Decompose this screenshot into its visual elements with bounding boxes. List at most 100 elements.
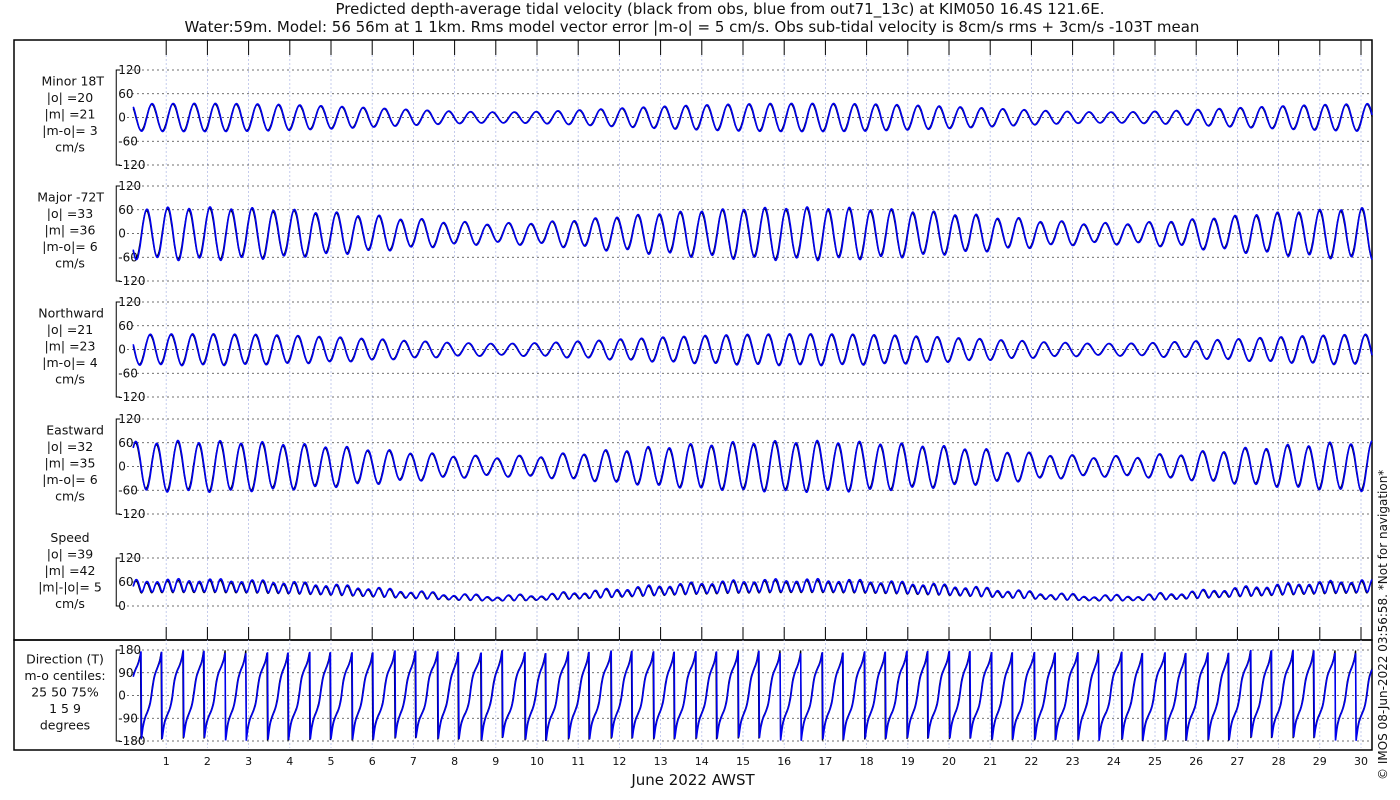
tidal-velocity-figure: Predicted depth-average tidal velocity (… — [13, 0, 1390, 789]
x-tick-label: 10 — [530, 755, 544, 768]
model-series-line — [132, 333, 1373, 367]
panel-label: Northward — [38, 306, 104, 321]
x-tick-label: 27 — [1230, 755, 1244, 768]
y-tick-label: -60 — [118, 134, 138, 148]
x-tick-label: 21 — [983, 755, 997, 768]
y-tick-label: -120 — [118, 158, 145, 172]
panel-label: |m| =42 — [45, 563, 96, 578]
x-tick-label: 30 — [1354, 755, 1368, 768]
x-tick-label: 28 — [1272, 755, 1286, 768]
y-tick-label: 180 — [118, 643, 141, 657]
velocity-frame — [13, 39, 1373, 641]
y-tick-label: 60 — [118, 203, 133, 217]
y-tick-label: -120 — [118, 507, 145, 521]
x-tick-label: 20 — [942, 755, 956, 768]
x-tick-label: 5 — [328, 755, 335, 768]
x-tick-label: 13 — [654, 755, 668, 768]
x-tick-label: 22 — [1024, 755, 1038, 768]
x-tick-label: 17 — [818, 755, 832, 768]
x-tick-label: 8 — [451, 755, 458, 768]
panel-label: |m-o|= 3 — [42, 123, 97, 138]
panel-east: 120 60 0 -60 -120 Eastward|o| =32 |m| =35|m-o|… — [42, 412, 1373, 521]
chart-title-line2: Water:59m. Model: 56 56m at 1 1km. Rms m… — [185, 18, 1200, 36]
y-tick-label: -60 — [118, 483, 138, 497]
panel-label: |o| =39 — [47, 547, 93, 562]
y-tick-label: 0 — [118, 689, 126, 703]
panel-label: |m-o|= 6 — [42, 472, 97, 487]
panel-label: |m| =23 — [45, 339, 96, 354]
panel-label: 1 5 9 — [49, 701, 81, 716]
panel-label: Eastward — [46, 423, 104, 438]
x-tick-label: 2 — [204, 755, 211, 768]
x-tick-label: 12 — [612, 755, 626, 768]
panel-label: Major -72T — [37, 190, 104, 205]
panel-label: Minor 18T — [42, 74, 105, 89]
x-tick-label: 18 — [860, 755, 874, 768]
y-tick-label: 120 — [118, 295, 141, 309]
x-tick-label: 1 — [163, 755, 170, 768]
panel-label: |o| =21 — [47, 322, 93, 337]
panel-major: 120600-60-120Major -72T|o| =33|m| =36|m-… — [37, 179, 1373, 288]
y-tick-label: 120 — [118, 551, 141, 565]
y-tick-label: 120 — [118, 179, 141, 193]
x-tick-label: 19 — [901, 755, 915, 768]
panel-label: degrees — [40, 718, 90, 733]
y-tick-label: 0 — [118, 460, 126, 474]
panel-label: cm/s — [55, 489, 85, 504]
y-tick-label: -120 — [118, 274, 145, 288]
y-tick-label: 90 — [118, 666, 133, 680]
x-tick-label: 15 — [736, 755, 750, 768]
x-tick-label: 7 — [410, 755, 417, 768]
x-tick-label: 26 — [1189, 755, 1203, 768]
panel-label: |m|-|o|= 5 — [38, 580, 102, 595]
x-tick-label: 23 — [1066, 755, 1080, 768]
y-tick-label: -90 — [118, 711, 138, 725]
copyright-notice: © IMOS 08-Jun-2022 03:56:58. *Not for na… — [1376, 470, 1390, 780]
x-tick-label: 25 — [1148, 755, 1162, 768]
x-tick-label: 14 — [695, 755, 709, 768]
x-tick-label: 29 — [1313, 755, 1327, 768]
panel-label: |m| =36 — [45, 223, 96, 238]
panel-label: cm/s — [55, 256, 85, 271]
x-tick-label: 4 — [286, 755, 293, 768]
panel-label: Speed — [50, 530, 89, 545]
y-tick-label: 60 — [118, 575, 133, 589]
panel-label: cm/s — [55, 372, 85, 387]
panel-label: 25 50 75% — [31, 685, 99, 700]
panel-label: |o| =33 — [47, 206, 93, 221]
x-tick-label: 9 — [492, 755, 499, 768]
y-tick-label: 60 — [118, 87, 133, 101]
panel-label: |o| =20 — [47, 90, 93, 105]
panel-label: |m| =35 — [45, 456, 96, 471]
y-tick-label: 120 — [118, 63, 141, 77]
chart-title-line1: Predicted depth-average tidal velocity (… — [336, 0, 1105, 19]
x-tick-label: 16 — [777, 755, 791, 768]
panel-label: cm/s — [55, 140, 85, 155]
x-tick-label: 11 — [571, 755, 585, 768]
panel-label: m-o centiles: — [24, 668, 105, 683]
panel-label: |m-o|= 4 — [42, 355, 97, 370]
panel-label: |m-o|= 6 — [42, 239, 97, 254]
y-tick-label: 0 — [118, 599, 126, 613]
y-tick-label: -120 — [118, 390, 145, 404]
x-tick-label: 6 — [369, 755, 376, 768]
y-tick-label: 60 — [118, 319, 133, 333]
y-tick-label: 120 — [118, 412, 141, 426]
y-tick-label: 60 — [118, 436, 133, 450]
y-tick-label: 0 — [118, 111, 126, 125]
y-tick-label: -60 — [118, 366, 138, 380]
x-axis-label: June 2022 AWST — [630, 771, 755, 789]
panel-label: Direction (T) — [26, 652, 104, 667]
x-tick-label: 3 — [245, 755, 252, 768]
panel-label: |o| =32 — [47, 439, 93, 454]
x-tick-label: 24 — [1107, 755, 1121, 768]
panel-speed: 120 60 0 Speed |o| =39|m| =42 |m|-|o|= 5cm/s — [38, 530, 1373, 613]
y-tick-label: 0 — [118, 227, 126, 241]
panel-label: |m| =21 — [45, 107, 96, 122]
y-tick-label: 0 — [118, 343, 126, 357]
panel-direction: 180900-90-180Direction (T)m-o centiles:2… — [24, 643, 1373, 748]
direction-frame — [13, 639, 1373, 751]
panel-north: 120 60 0 -60 -120 Northward|o| =21 |m| =23|m-o… — [38, 295, 1373, 404]
panel-label: cm/s — [55, 596, 85, 611]
panel-minor: 120 60 0 -60 -120 Minor 18T|o| =20 |m| =21|m-o… — [42, 63, 1373, 172]
